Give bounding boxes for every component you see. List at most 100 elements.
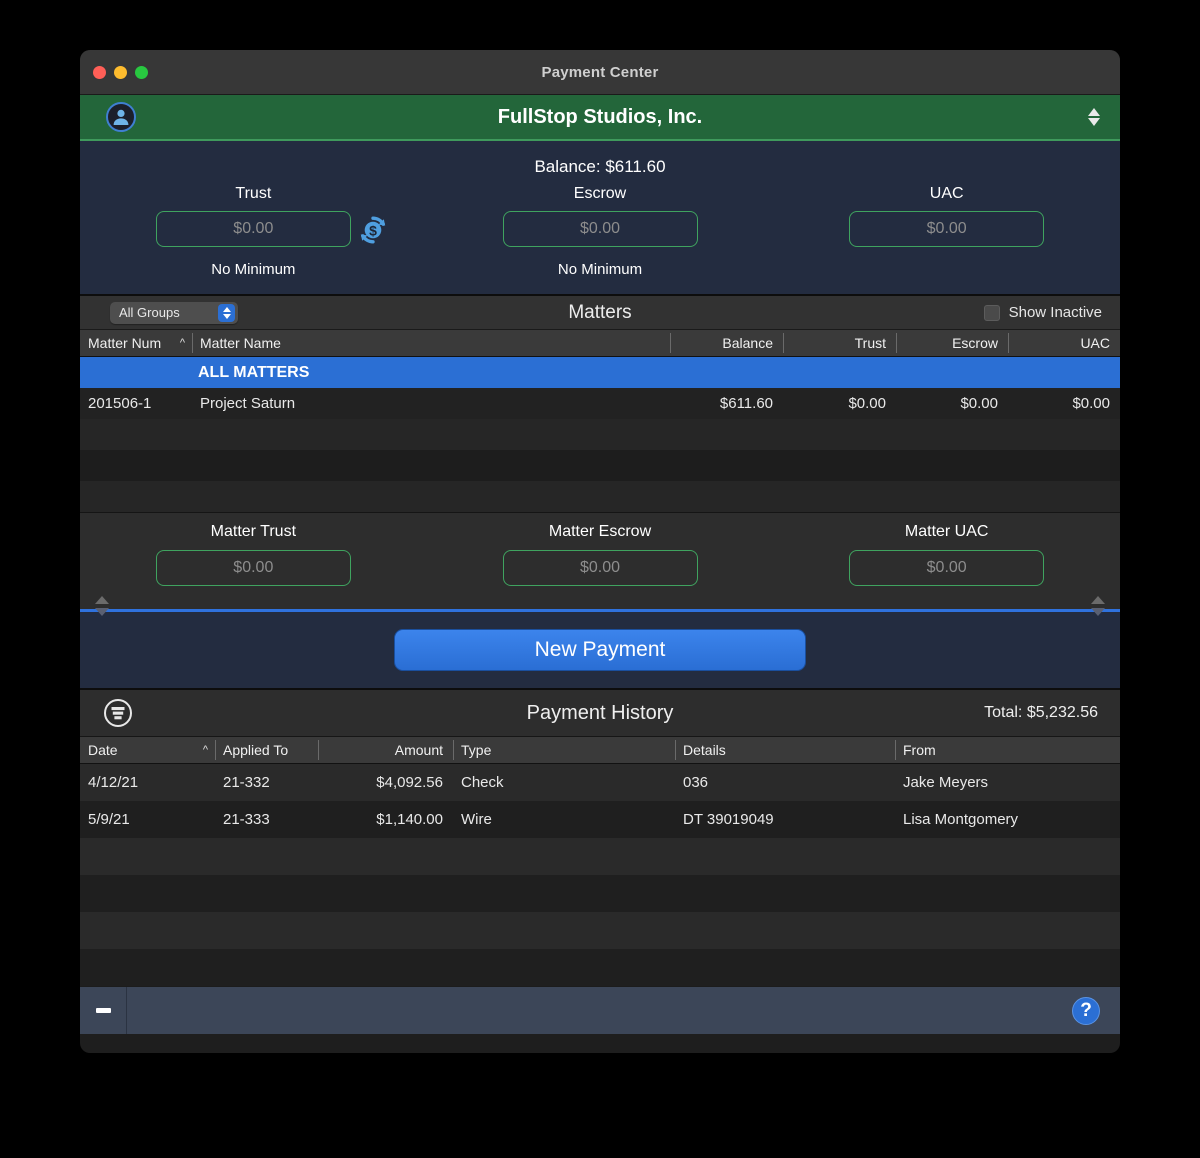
window-titlebar: Payment Center [80,50,1120,95]
escrow-minimum-note: No Minimum [557,261,643,278]
remove-payment-button[interactable] [80,987,127,1034]
payment-history-column-header: Date ^ Applied To Amount Type Details Fr… [80,737,1120,764]
escrow-balance-column: Escrow No Minimum [427,185,774,278]
matter-trust-label: Matter Trust [210,523,297,540]
trust-amount-input[interactable] [155,211,351,247]
cell-from: Lisa Montgomery [903,811,1019,828]
column-header-details[interactable]: Details [675,737,895,763]
help-button[interactable]: ? [1072,996,1100,1025]
column-header-matter-number[interactable]: Matter Num ^ [80,330,192,356]
stepper-down-arrow[interactable] [1088,118,1100,126]
uac-balance-column: UAC [773,185,1120,278]
cell-amount: $1,140.00 [376,811,443,828]
cell-escrow: $0.00 [960,395,998,412]
trust-label: Trust [235,185,272,202]
column-header-trust[interactable]: Trust [783,330,896,356]
matters-column-header: Matter Num ^ Matter Name Balance Trust E… [80,330,1120,357]
window-footer: ? [80,986,1120,1034]
cell-type: Wire [461,811,492,828]
empty-row [80,912,1120,949]
escrow-label: Escrow [573,185,627,202]
matter-uac-column: Matter UAC [773,523,1120,586]
matter-trust-column: Matter Trust [80,523,427,586]
table-row[interactable]: 201506-1 Project Saturn $611.60 $0.00 $0… [80,388,1120,419]
matter-uac-input[interactable] [849,550,1045,586]
payment-history-title: Payment History [526,701,674,724]
empty-row [80,481,1120,512]
uac-label: UAC [929,185,964,202]
trust-minimum-note: No Minimum [211,261,296,278]
show-inactive-checkbox[interactable]: Show Inactive [983,304,1102,321]
empty-row [80,949,1120,986]
show-inactive-label: Show Inactive [1008,304,1102,321]
escrow-amount-input[interactable] [502,211,698,247]
window-title: Payment Center [541,63,659,81]
cell-amount: $4,092.56 [376,774,443,791]
payment-history-toolbar: Payment History Total: $5,232.56 [80,690,1120,737]
empty-row [80,875,1120,912]
matter-escrow-input[interactable] [502,550,698,586]
payment-history-total: Total: $5,232.56 [984,704,1098,721]
checkbox-box[interactable] [983,304,1000,321]
cell-applied-to: 21-332 [223,774,270,791]
matter-escrow-column: Matter Escrow [427,523,774,586]
matter-escrow-label: Matter Escrow [548,523,652,540]
column-header-escrow[interactable]: Escrow [896,330,1008,356]
cell-from: Jake Meyers [903,774,989,791]
new-payment-bar: New Payment [80,612,1120,690]
cell-applied-to: 21-333 [223,811,270,828]
column-header-from[interactable]: From [895,737,1120,763]
splitter-up-arrow[interactable] [95,596,109,604]
dollar-refresh-icon[interactable]: $ [358,215,388,245]
matters-table-body: ALL MATTERS 201506-1 Project Saturn $611… [80,357,1120,512]
new-payment-button[interactable]: New Payment [394,629,806,671]
matter-uac-label: Matter UAC [904,523,989,540]
payment-center-window: Payment Center FullStop Studios, Inc. Ba… [80,50,1120,1053]
payment-history-table-body: 4/12/21 21-332 $4,092.56 Check 036 Jake … [80,764,1120,986]
cell-date: 5/9/21 [88,811,130,828]
matter-trust-input[interactable] [155,550,351,586]
cell-details: 036 [683,774,709,791]
client-name: FullStop Studios, Inc. [497,105,703,128]
column-header-date[interactable]: Date ^ [80,737,215,763]
column-header-amount[interactable]: Amount [318,737,453,763]
splitter-arrows-left[interactable] [95,596,109,616]
splitter-arrows-right[interactable] [1091,596,1105,616]
column-header-uac[interactable]: UAC [1008,330,1120,356]
column-header-matter-name[interactable]: Matter Name [192,330,670,356]
matters-toolbar: All Groups Matters Show Inactive [80,296,1120,330]
matters-group-row[interactable]: ALL MATTERS [80,357,1120,388]
column-header-applied-to[interactable]: Applied To [215,737,318,763]
minus-icon [95,1008,111,1013]
panel-splitter[interactable] [80,596,1120,616]
table-row[interactable]: 5/9/21 21-333 $1,140.00 Wire DT 39019049… [80,801,1120,838]
cell-uac: $0.00 [1072,395,1110,412]
cell-balance: $611.60 [719,395,773,412]
cell-trust: $0.00 [848,395,886,412]
matters-section-title: Matters [568,301,632,323]
empty-row [80,450,1120,481]
column-header-balance[interactable]: Balance [670,330,783,356]
cell-date: 4/12/21 [88,774,139,791]
matter-balances-panel: Matter Trust Matter Escrow Matter UAC [80,512,1120,600]
uac-amount-input[interactable] [849,211,1045,247]
client-header-bar: FullStop Studios, Inc. [80,95,1120,141]
cell-type: Check [461,774,504,791]
empty-row [80,419,1120,450]
client-balance-columns: Trust No Minimum $ Escrow [80,185,1120,278]
column-header-type[interactable]: Type [453,737,675,763]
empty-row [80,838,1120,875]
stepper-up-arrow[interactable] [1088,108,1100,116]
client-stepper-icon[interactable] [1088,108,1100,126]
table-row[interactable]: 4/12/21 21-332 $4,092.56 Check 036 Jake … [80,764,1120,801]
matter-balance-columns: Matter Trust Matter Escrow Matter UAC [80,523,1120,586]
splitter-down-arrow[interactable] [1091,608,1105,616]
sort-ascending-icon: ^ [202,744,208,756]
splitter-up-arrow[interactable] [1091,596,1105,604]
cell-details: DT 39019049 [683,811,774,828]
sort-ascending-icon: ^ [179,337,185,349]
svg-text:$: $ [369,222,377,238]
cell-matter-number: 201506-1 [88,395,152,412]
cell-matter-name: Project Saturn [200,395,296,412]
splitter-down-arrow[interactable] [95,608,109,616]
